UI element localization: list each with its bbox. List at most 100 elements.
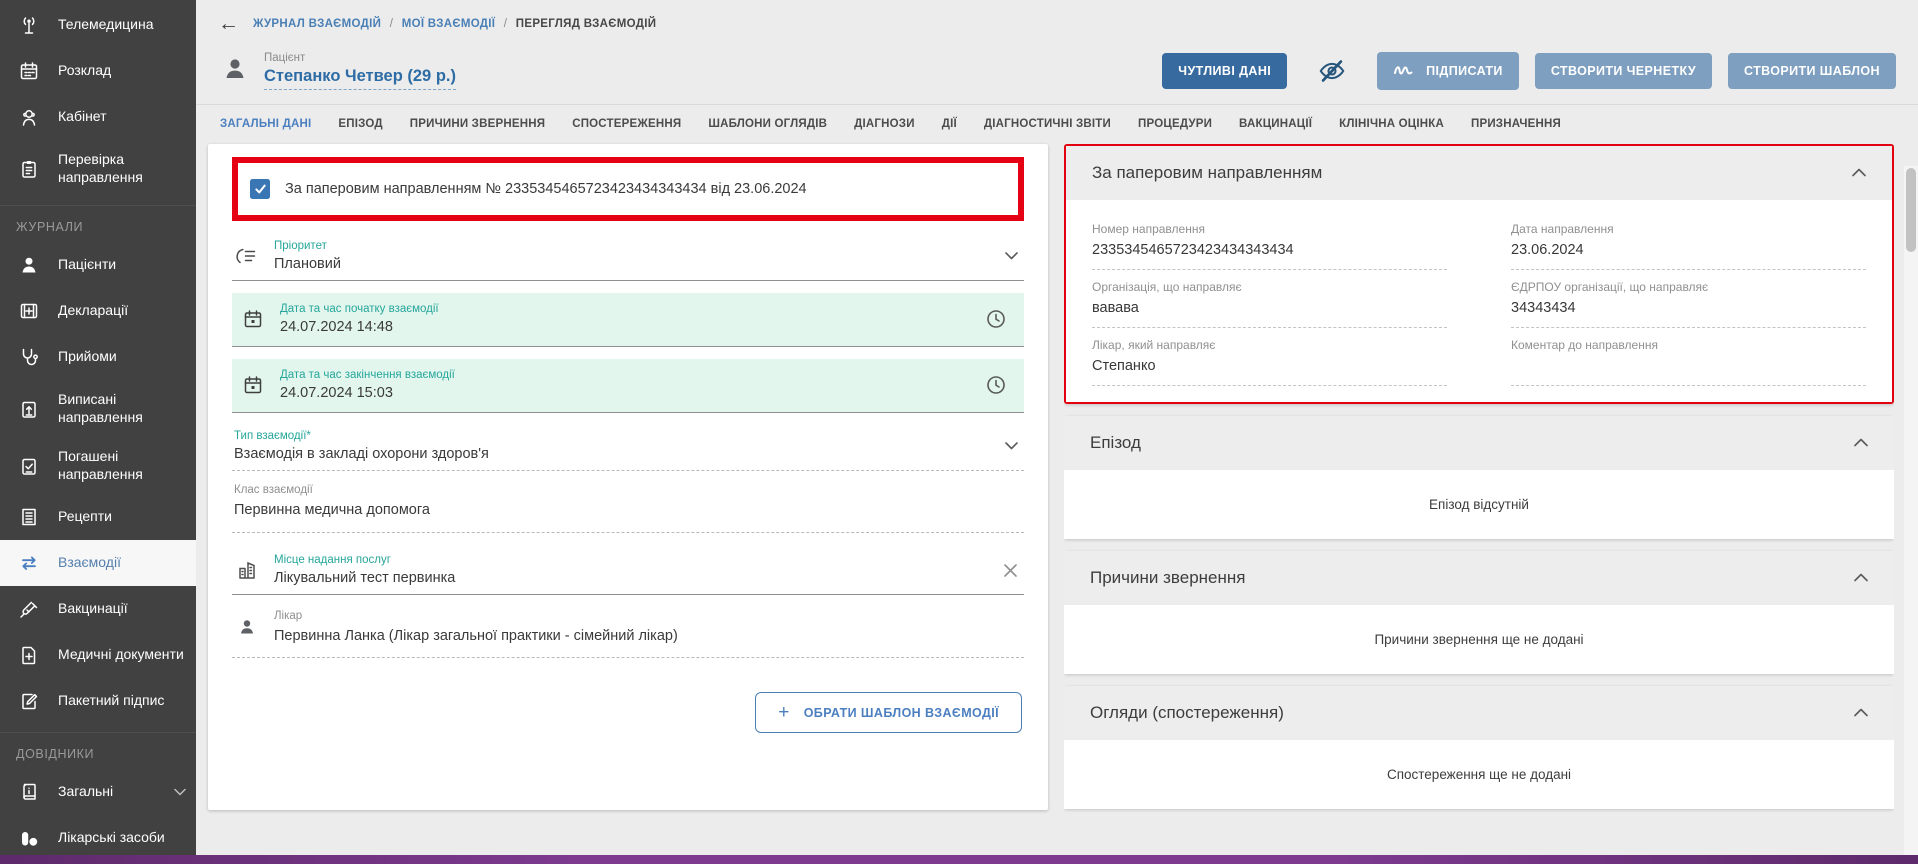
sign-button[interactable]: ПІДПИСАТИ: [1377, 52, 1519, 90]
sidebar-item-referral-check[interactable]: Перевірка направлення: [0, 140, 196, 197]
visit-reasons-empty-text: Причини звернення ще не додані: [1064, 605, 1894, 674]
tab-visit-reasons[interactable]: ПРИЧИНИ ЗВЕРНЕННЯ: [410, 118, 545, 130]
priority-label: Пріоритет: [274, 240, 991, 252]
doctor-value: Первинна Ланка (Лікар загальної практики…: [274, 628, 1022, 644]
sidebar-item-label: Кабінет: [58, 108, 107, 126]
episode-panel-header[interactable]: Епізод: [1064, 416, 1894, 470]
tab-diagnoses[interactable]: ДІАГНОЗИ: [854, 118, 915, 130]
interaction-type-field[interactable]: Тип взаємодії* Взаємодія в закладі охоро…: [232, 423, 1024, 471]
tab-vaccinations[interactable]: ВАКЦИНАЦІЇ: [1239, 118, 1312, 130]
observations-panel-header[interactable]: Огляди (спостереження): [1064, 686, 1894, 740]
back-arrow-icon[interactable]: ←: [218, 13, 239, 34]
referral-date-cell: Дата направлення 23.06.2024: [1511, 212, 1866, 270]
priority-icon: [234, 245, 260, 267]
tab-prescriptions[interactable]: ПРИЗНАЧЕННЯ: [1471, 118, 1561, 130]
vertical-scrollbar[interactable]: [1904, 166, 1918, 864]
clock-icon[interactable]: [986, 309, 1010, 329]
chevron-up-icon[interactable]: [1852, 164, 1866, 182]
scrollbar-thumb[interactable]: [1906, 168, 1916, 252]
telemedicine-icon: [16, 14, 42, 36]
sidebar-item-schedule[interactable]: Розклад: [0, 48, 196, 94]
sidebar-item-telemedicine[interactable]: Телемедицина: [0, 2, 196, 48]
end-datetime-field[interactable]: Дата та час закінчення взаємодії 24.07.2…: [232, 359, 1024, 413]
interaction-type-label: Тип взаємодії*: [234, 430, 991, 442]
chevron-up-icon[interactable]: [1854, 569, 1868, 587]
app-window: Телемедицина Розклад Кабінет Перевірка н…: [0, 0, 1918, 864]
breadcrumb-journal-link[interactable]: ЖУРНАЛ ВЗАЄМОДІЙ: [253, 18, 381, 30]
tab-exam-templates[interactable]: ШАБЛОНИ ОГЛЯДІВ: [708, 118, 827, 130]
sidebar-item-label: Прийоми: [58, 348, 117, 366]
right-column: За паперовим направленням Номер направле…: [1064, 144, 1894, 864]
interaction-class-label: Клас взаємодії: [234, 484, 1022, 496]
person-icon: [234, 616, 260, 638]
tab-general-data[interactable]: ЗАГАЛЬНІ ДАНІ: [220, 118, 311, 130]
chevron-down-icon[interactable]: [1005, 442, 1022, 450]
clock-icon[interactable]: [986, 375, 1010, 395]
paper-referral-highlight: За паперовим направленням № 233534546572…: [232, 157, 1024, 221]
sidebar-item-label: Медичні документи: [58, 646, 184, 664]
tab-diagnostic-reports[interactable]: ДІАГНОСТИЧНІ ЗВІТИ: [984, 118, 1111, 130]
sidebar-item-label: Перевірка направлення: [58, 151, 186, 186]
paper-referral-checkbox[interactable]: [250, 179, 270, 199]
redeemed-referrals-icon: [16, 455, 42, 477]
episode-panel: Епізод Епізод відсутній: [1064, 416, 1894, 539]
sidebar-item-label: Лікарські засоби: [58, 829, 165, 847]
panel-title: За паперовим направленням: [1092, 163, 1322, 183]
clear-icon[interactable]: [1003, 563, 1022, 578]
create-template-button[interactable]: СТВОРИТИ ШАБЛОН: [1728, 53, 1896, 89]
choose-interaction-template-button[interactable]: + ОБРАТИ ШАБЛОН ВЗАЄМОДІЇ: [755, 692, 1022, 733]
chevron-up-icon[interactable]: [1854, 704, 1868, 722]
interaction-class-field: Клас взаємодії Первинна медична допомога: [232, 477, 1024, 533]
sidebar-item-appointments[interactable]: Прийоми: [0, 334, 196, 380]
eye-off-icon[interactable]: [1317, 58, 1347, 84]
chevron-up-icon[interactable]: [1854, 434, 1868, 452]
patient-block: Пацієнт Степанко Четвер (29 р.): [220, 52, 456, 90]
sidebar-item-batch-sign[interactable]: Пакетний підпис: [0, 678, 196, 724]
sensitive-data-button[interactable]: ЧУТЛИВІ ДАНІ: [1162, 53, 1287, 89]
breadcrumb: ЖУРНАЛ ВЗАЄМОДІЙ / МОЇ ВЗАЄМОДІЇ / ПЕРЕГ…: [253, 18, 656, 30]
sidebar-item-patients[interactable]: Пацієнти: [0, 242, 196, 288]
start-datetime-field[interactable]: Дата та час початку взаємодії 24.07.2024…: [232, 293, 1024, 347]
topbar: ← ЖУРНАЛ ВЗАЄМОДІЙ / МОЇ ВЗАЄМОДІЇ / ПЕР…: [196, 0, 1918, 34]
referral-comment-cell: Коментар до направлення: [1511, 328, 1866, 386]
sidebar-item-vaccinations[interactable]: Вакцинації: [0, 586, 196, 632]
prescriptions-icon: [16, 506, 42, 528]
tab-episode[interactable]: ЕПІЗОД: [338, 118, 382, 130]
episode-empty-text: Епізод відсутній: [1064, 470, 1894, 539]
sidebar-item-interactions[interactable]: Взаємодії: [0, 540, 196, 586]
sidebar-item-general[interactable]: Загальні: [0, 769, 196, 815]
declarations-icon: [16, 300, 42, 322]
tab-observations[interactable]: СПОСТЕРЕЖЕННЯ: [572, 118, 681, 130]
sidebar-section-directories: ДОВІДНИКИ: [0, 732, 196, 769]
referring-organization-cell: Організація, що направляє вавава: [1092, 270, 1447, 328]
sidebar-item-issued-referrals[interactable]: Виписані направлення: [0, 380, 196, 437]
tab-procedures[interactable]: ПРОЦЕДУРИ: [1138, 118, 1212, 130]
chevron-down-icon[interactable]: [1005, 252, 1022, 260]
start-datetime-value: 24.07.2024 14:48: [280, 319, 972, 335]
sidebar-item-label: Загальні: [58, 783, 113, 801]
create-draft-button[interactable]: СТВОРИТИ ЧЕРНЕТКУ: [1535, 53, 1712, 89]
end-datetime-value: 24.07.2024 15:03: [280, 385, 972, 401]
priority-field[interactable]: Пріоритет Плановий: [232, 233, 1024, 281]
visit-reasons-panel-header[interactable]: Причини звернення: [1064, 551, 1894, 605]
chevron-down-icon[interactable]: [174, 783, 186, 801]
breadcrumb-current: ПЕРЕГЛЯД ВЗАЄМОДІЙ: [516, 18, 657, 30]
end-datetime-label: Дата та час закінчення взаємодії: [280, 369, 972, 381]
sidebar-item-label: Телемедицина: [58, 16, 154, 34]
sidebar-item-medical-documents[interactable]: Медичні документи: [0, 632, 196, 678]
sidebar-item-label: Виписані направлення: [58, 391, 186, 426]
sidebar-item-cabinet[interactable]: Кабінет: [0, 94, 196, 140]
sidebar-item-label: Розклад: [58, 62, 111, 80]
plus-icon: +: [778, 705, 790, 720]
paper-referral-panel-header[interactable]: За паперовим направленням: [1066, 146, 1892, 200]
sidebar-item-redeemed-referrals[interactable]: Погашені направлення: [0, 437, 196, 494]
patient-label: Пацієнт: [264, 52, 456, 64]
patient-name-link[interactable]: Степанко Четвер (29 р.): [264, 67, 456, 90]
tab-actions[interactable]: ДІЇ: [942, 118, 957, 130]
tab-clinical-assessment[interactable]: КЛІНІЧНА ОЦІНКА: [1339, 118, 1444, 130]
sidebar-item-prescriptions[interactable]: Рецепти: [0, 494, 196, 540]
breadcrumb-my-interactions-link[interactable]: МОЇ ВЗАЄМОДІЇ: [402, 18, 496, 30]
sidebar-item-label: Взаємодії: [58, 554, 121, 572]
service-place-field[interactable]: Місце надання послуг Лікувальний тест пе…: [232, 547, 1024, 595]
sidebar-item-declarations[interactable]: Декларації: [0, 288, 196, 334]
